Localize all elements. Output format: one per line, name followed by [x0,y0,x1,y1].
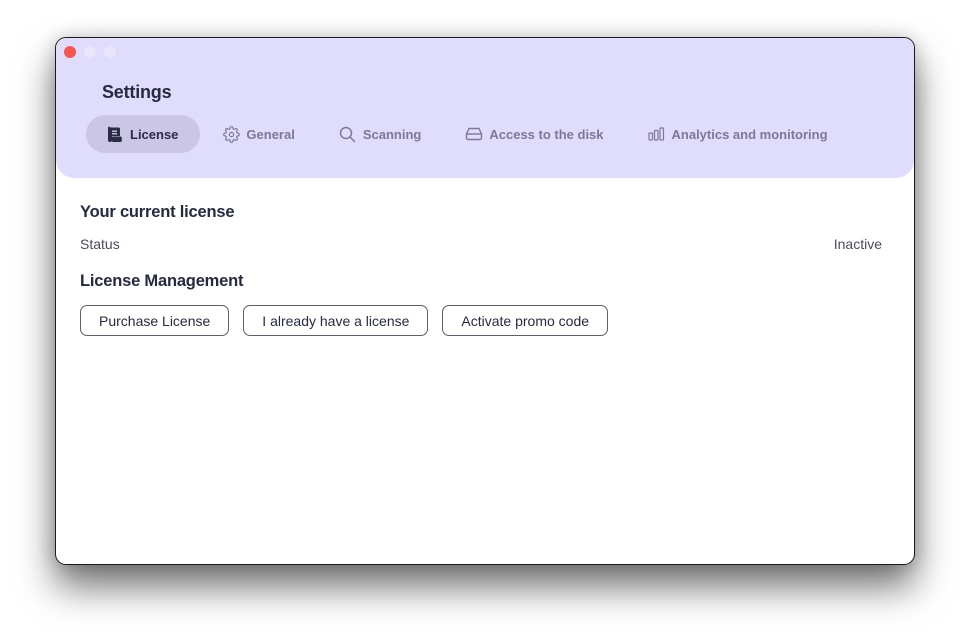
settings-header: Settings License General Scanning Access… [56,38,914,178]
purchase-license-button[interactable]: Purchase License [80,305,230,336]
license-panel: Your current license Status Inactive Lic… [80,203,882,336]
activate-promo-code-button[interactable]: Activate promo code [442,305,609,336]
tab-access-to-disk[interactable]: Access to the disk [443,115,625,153]
already-have-license-button[interactable]: I already have a license [243,305,429,336]
tab-label: Scanning [362,126,422,142]
tab-label: Analytics and monitoring [671,126,828,142]
tab-analytics-monitoring[interactable]: Analytics and monitoring [626,115,850,153]
minimize-window-button[interactable] [84,46,96,58]
tab-label: Access to the disk [489,126,604,142]
close-window-button[interactable] [64,46,76,58]
settings-tabs: License General Scanning Access to the d… [86,115,850,153]
tab-label: General [246,126,295,142]
status-row: Status Inactive [80,236,882,252]
disk-icon [465,125,483,143]
license-actions: Purchase License I already have a licens… [80,305,882,336]
page-title: Settings [102,82,172,102]
maximize-window-button[interactable] [104,46,116,58]
status-label: Status [80,236,120,252]
gear-icon [222,125,240,143]
settings-window: Settings License General Scanning Access… [55,37,915,565]
current-license-heading: Your current license [80,203,235,221]
tab-scanning[interactable]: Scanning [317,115,444,153]
tab-general[interactable]: General [200,115,316,153]
tab-label: License [130,126,179,142]
window-controls [64,46,116,58]
search-icon [339,125,357,143]
bar-chart-icon [648,125,666,143]
status-value: Inactive [833,236,882,252]
scroll-icon [106,125,124,143]
tab-license[interactable]: License [86,115,201,153]
license-management-heading: License Management [80,272,244,290]
